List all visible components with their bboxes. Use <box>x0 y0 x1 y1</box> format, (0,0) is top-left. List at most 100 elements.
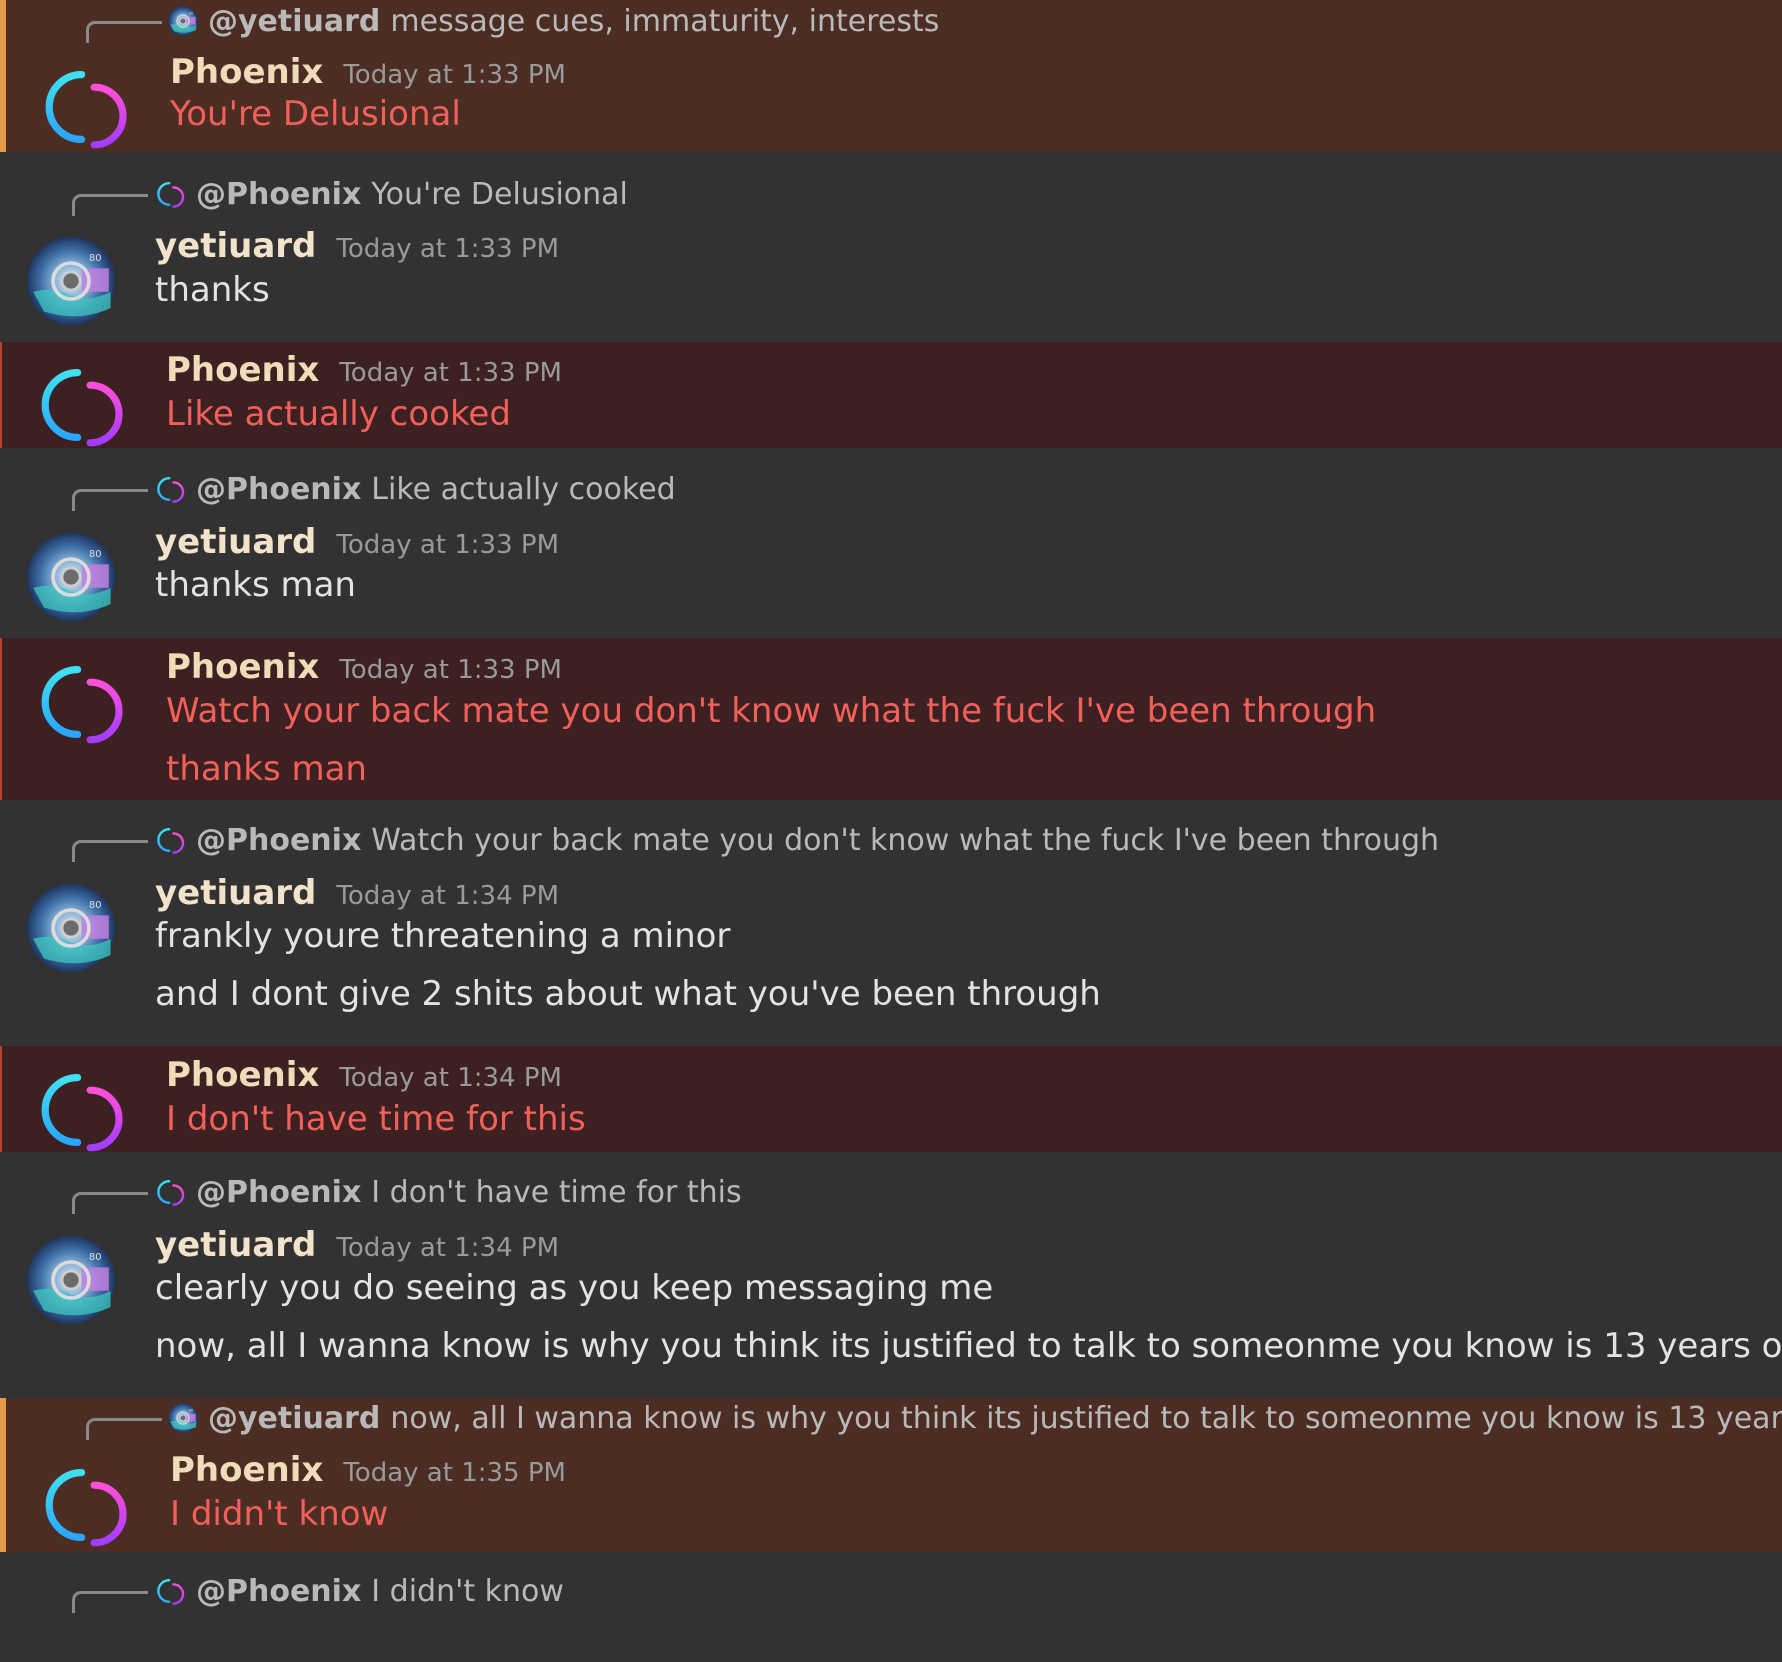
phoenix-avatar-icon[interactable] <box>38 657 128 747</box>
phoenix-mini-avatar-icon <box>156 1177 186 1207</box>
svg-text:80: 80 <box>189 1408 193 1412</box>
timestamp: Today at 1:34 PM <box>339 1063 562 1093</box>
svg-text:80: 80 <box>89 1252 102 1263</box>
reply-text: now, all I wanna know is why you think i… <box>390 1400 1782 1436</box>
phoenix-avatar-icon[interactable] <box>38 360 128 450</box>
phoenix-avatar-icon[interactable] <box>42 62 132 152</box>
phoenix-mini-avatar-icon <box>156 1576 186 1606</box>
reply-mention[interactable]: @Phoenix <box>196 1574 361 1609</box>
timestamp: Today at 1:34 PM <box>336 881 560 911</box>
reply-text: Watch your back mate you don't know what… <box>371 822 1440 858</box>
yetiuard-mini-avatar-icon: 80 <box>168 1403 198 1433</box>
timestamp: Today at 1:33 PM <box>343 60 566 90</box>
message-text: I don't have time for this <box>166 1099 586 1139</box>
timestamp: Today at 1:33 PM <box>336 234 560 264</box>
message[interactable]: Phoenix Today at 1:33 PM Like actually coo… <box>0 342 1782 448</box>
reply-text: Like actually cooked <box>371 471 676 507</box>
reply-preview[interactable]: 80 @yetiuard message cues, immaturity, in… <box>168 3 940 39</box>
timestamp: Today at 1:33 PM <box>339 655 562 685</box>
yetiuard-mini-avatar-icon: 80 <box>168 6 198 36</box>
yetiuard-avatar-icon[interactable]: 80 <box>26 532 116 622</box>
chat-log: 80 @yetiuard message cues, immaturity, in… <box>0 0 1782 1662</box>
reply-preview[interactable]: @Phoenix I didn't know <box>156 1573 564 1609</box>
author-name[interactable]: Phoenix <box>166 1055 319 1095</box>
reply-mention[interactable]: @yetiuard <box>208 1401 380 1436</box>
author-name[interactable]: Phoenix <box>170 1450 323 1490</box>
message[interactable]: @Phoenix I didn't know <box>0 1552 1782 1662</box>
reply-preview[interactable]: 80 @yetiuard now, all I wanna know is why… <box>168 1400 1782 1436</box>
message[interactable]: @Phoenix You're Delusional 80 yetiuard Tod… <box>0 152 1782 342</box>
timestamp: Today at 1:33 PM <box>339 358 562 388</box>
message-text: Like actually cooked <box>166 394 511 434</box>
message-text: and I dont give 2 shits about what you'v… <box>155 974 1101 1014</box>
phoenix-mini-avatar-icon <box>156 825 186 855</box>
yetiuard-avatar-icon[interactable]: 80 <box>26 236 116 326</box>
reply-mention[interactable]: @Phoenix <box>196 1175 361 1210</box>
phoenix-avatar-icon[interactable] <box>42 1460 132 1550</box>
svg-text:80: 80 <box>89 549 102 560</box>
message-header: yetiuard Today at 1:34 PM <box>155 1225 559 1265</box>
author-name[interactable]: yetiuard <box>155 522 316 562</box>
message-text: now, all I wanna know is why you think i… <box>155 1326 1782 1366</box>
svg-text:80: 80 <box>89 900 102 911</box>
phoenix-mini-avatar-icon <box>156 179 186 209</box>
message-header: Phoenix Today at 1:33 PM <box>166 350 562 390</box>
author-name[interactable]: Phoenix <box>166 350 319 390</box>
reply-connector-line <box>86 1418 162 1440</box>
author-name[interactable]: yetiuard <box>155 873 316 913</box>
reply-connector-line <box>72 194 148 216</box>
timestamp: Today at 1:34 PM <box>336 1233 560 1263</box>
message[interactable]: Phoenix Today at 1:33 PM Watch your back m… <box>0 638 1782 800</box>
reply-text: I don't have time for this <box>371 1174 742 1210</box>
reply-preview[interactable]: @Phoenix Like actually cooked <box>156 471 676 507</box>
timestamp: Today at 1:33 PM <box>336 530 560 560</box>
timestamp: Today at 1:35 PM <box>343 1458 566 1488</box>
message[interactable]: @Phoenix Like actually cooked 80 yetiuard… <box>0 448 1782 638</box>
message[interactable]: @Phoenix I don't have time for this 80 ye… <box>0 1152 1782 1398</box>
message[interactable]: Phoenix Today at 1:34 PM I don't have time… <box>0 1046 1782 1152</box>
reply-connector-line <box>86 21 162 43</box>
message-header: Phoenix Today at 1:35 PM <box>170 1450 566 1490</box>
author-name[interactable]: Phoenix <box>166 647 319 687</box>
message[interactable]: 80 @yetiuard now, all I wanna know is why… <box>0 1398 1782 1552</box>
svg-text:80: 80 <box>189 11 193 15</box>
reply-connector-line <box>72 1591 148 1613</box>
reply-preview[interactable]: @Phoenix Watch your back mate you don't k… <box>156 822 1440 858</box>
phoenix-avatar-icon[interactable] <box>38 1065 128 1155</box>
reply-connector-line <box>72 1192 148 1214</box>
message-text: clearly you do seeing as you keep messag… <box>155 1268 994 1308</box>
reply-preview[interactable]: @Phoenix I don't have time for this <box>156 1174 742 1210</box>
message-header: Phoenix Today at 1:34 PM <box>166 1055 562 1095</box>
message-header: yetiuard Today at 1:33 PM <box>155 226 559 266</box>
message-text: frankly youre threatening a minor <box>155 916 731 956</box>
message-text: thanks man <box>155 565 356 605</box>
svg-text:80: 80 <box>89 253 102 264</box>
message-text: thanks man <box>166 749 367 789</box>
phoenix-mini-avatar-icon <box>156 474 186 504</box>
reply-connector-line <box>72 840 148 862</box>
message-text: You're Delusional <box>170 94 461 134</box>
message[interactable]: 80 @yetiuard message cues, immaturity, in… <box>0 0 1782 152</box>
yetiuard-avatar-icon[interactable]: 80 <box>26 1235 116 1325</box>
message-header: Phoenix Today at 1:33 PM <box>170 52 566 92</box>
reply-text: You're Delusional <box>371 176 628 212</box>
yetiuard-avatar-icon[interactable]: 80 <box>26 883 116 973</box>
message[interactable]: @Phoenix Watch your back mate you don't k… <box>0 800 1782 1046</box>
reply-mention[interactable]: @Phoenix <box>196 823 361 858</box>
reply-mention[interactable]: @Phoenix <box>196 177 361 212</box>
reply-mention[interactable]: @Phoenix <box>196 472 361 507</box>
reply-preview[interactable]: @Phoenix You're Delusional <box>156 176 628 212</box>
message-text: I didn't know <box>170 1494 389 1534</box>
reply-mention[interactable]: @yetiuard <box>208 4 380 39</box>
message-header: Phoenix Today at 1:33 PM <box>166 647 562 687</box>
reply-text: message cues, immaturity, interests <box>390 3 940 39</box>
author-name[interactable]: Phoenix <box>170 52 323 92</box>
reply-connector-line <box>72 489 148 511</box>
message-text: Watch your back mate you don't know what… <box>166 691 1377 731</box>
message-header: yetiuard Today at 1:34 PM <box>155 873 559 913</box>
author-name[interactable]: yetiuard <box>155 1225 316 1265</box>
author-name[interactable]: yetiuard <box>155 226 316 266</box>
reply-text: I didn't know <box>371 1573 564 1609</box>
message-header: yetiuard Today at 1:33 PM <box>155 522 559 562</box>
message-text: thanks <box>155 270 270 310</box>
